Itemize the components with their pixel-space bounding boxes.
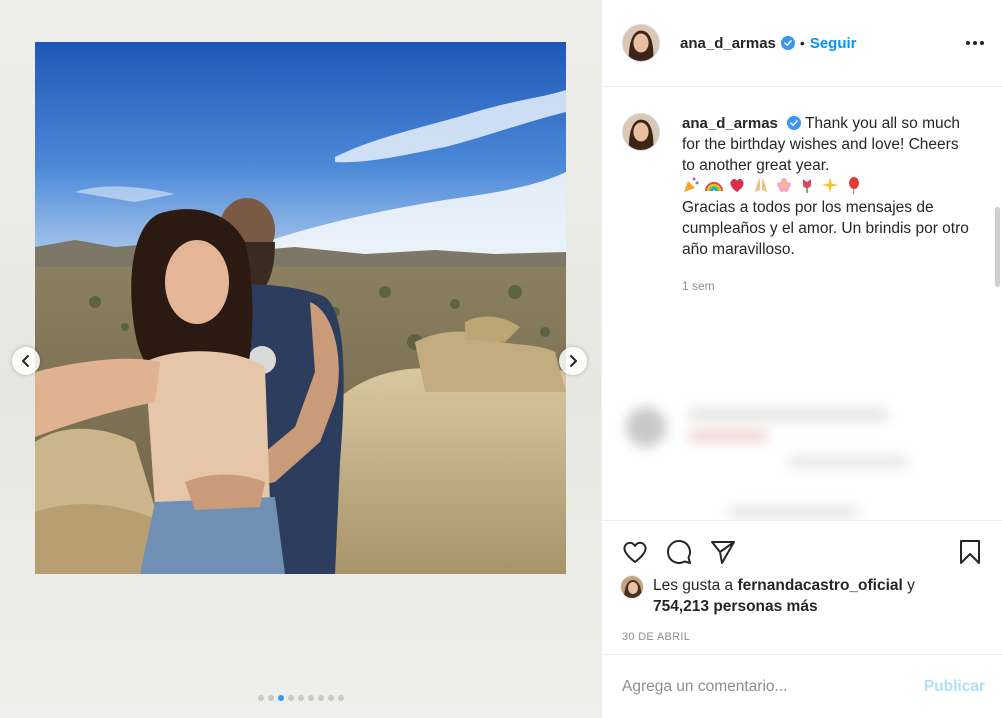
chevron-left-icon [22,355,29,367]
comment-button[interactable] [664,537,694,567]
carousel-dot-active [277,695,284,701]
avatar-image [623,114,659,150]
liker-avatar-image [621,576,643,598]
carousel-dot [317,695,324,701]
likes-text: Les gusta a fernandacastro_oficial y 754… [653,575,915,617]
bookmark-icon [960,540,980,564]
add-comment-bar: Publicar [602,654,1002,718]
caption: ana_d_armas Thank you all so much for th… [602,87,1002,297]
carousel-dot [287,695,294,701]
previous-photo-button[interactable] [12,347,40,375]
photo-illustration [35,42,566,574]
post-photo[interactable] [35,42,566,574]
comment-input[interactable] [622,677,924,696]
comments-scrollbar[interactable] [995,207,1000,287]
action-bar [602,521,1002,583]
carousel-dot [307,695,314,701]
header-user: ana_d_armas • Seguir [680,35,857,52]
post-comment-button[interactable]: Publicar [924,678,985,696]
next-photo-button[interactable] [559,347,587,375]
rainbow-icon [705,182,724,192]
share-icon [711,541,735,564]
caption-timestamp: 1 sem [682,279,715,293]
blurred-comments [618,397,983,520]
caption-text: ana_d_armas Thank you all so much for th… [682,113,972,297]
post-sidebar: ana_d_armas • Seguir ana_d_armas Thank y… [601,0,1002,718]
tulip-icon [802,179,811,193]
carousel-dot [297,695,304,701]
sparkles-icon [822,177,839,193]
avatar-image [623,25,659,61]
follow-button[interactable]: Seguir [810,35,857,52]
likes-prefix: Les gusta a [653,577,738,594]
comments-section: ana_d_armas Thank you all so much for th… [602,87,1002,520]
praying-hands-icon [754,178,767,192]
avatar[interactable] [622,24,660,62]
post-date[interactable]: 30 DE ABRIL [602,631,1002,643]
verified-badge-icon [780,36,795,50]
verified-badge-icon [786,116,801,130]
carousel-dot [327,695,334,701]
post-actions-area: Les gusta a fernandacastro_oficial y 754… [602,520,1002,643]
caption-emojis [682,176,972,197]
likes-and: y [902,577,915,594]
balloon-icon [849,177,860,195]
party-popper-icon [684,177,699,192]
liker-username[interactable]: fernandacastro_oficial [737,577,902,594]
avatar[interactable] [622,113,660,151]
likes-count[interactable]: 754,213 personas más [653,598,818,615]
carousel-dot [267,695,274,701]
carousel-dot [337,695,344,701]
carousel-dot [257,695,264,701]
post-media [0,0,601,718]
save-button[interactable] [955,537,985,567]
more-options-icon[interactable] [964,35,986,51]
separator-dot: • [799,35,805,51]
post-header: ana_d_armas • Seguir [602,0,1002,87]
like-button[interactable] [620,537,650,567]
heart-icon [623,541,647,563]
carousel-indicator [0,695,601,701]
comment-icon [667,540,691,564]
chevron-right-icon [570,355,577,367]
username-link[interactable]: ana_d_armas [680,35,776,52]
blossom-icon [776,178,791,192]
heart-emoji-icon [730,178,744,192]
instagram-post: ana_d_armas • Seguir ana_d_armas Thank y… [0,0,1002,718]
caption-spanish: Gracias a todos por los mensajes de cump… [682,199,969,258]
share-button[interactable] [708,537,738,567]
caption-username[interactable]: ana_d_armas [682,115,778,132]
likes-summary: Les gusta a fernandacastro_oficial y 754… [602,575,1002,617]
liker-avatar[interactable] [620,575,644,599]
